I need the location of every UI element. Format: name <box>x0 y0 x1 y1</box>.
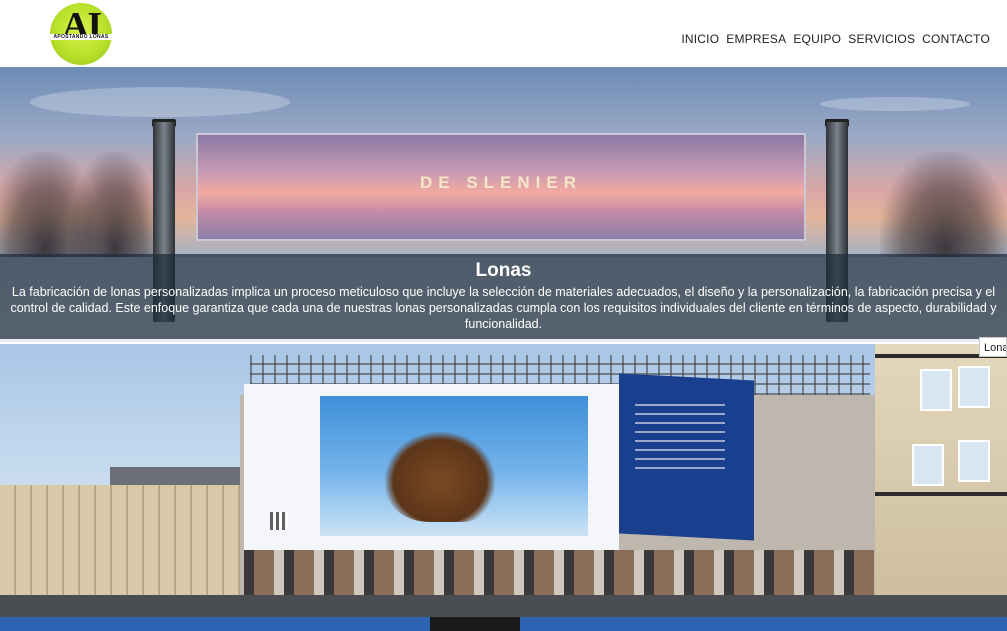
cloud <box>820 97 970 111</box>
street <box>0 595 1007 617</box>
site-logo[interactable]: AI APOSTANDO LONAS <box>50 3 112 65</box>
window <box>912 444 944 486</box>
window <box>958 366 990 408</box>
next-section-preview <box>0 617 1007 631</box>
hero-lonas: DE SLENIER Lonas La fabricación de lonas… <box>0 67 1007 342</box>
cloud <box>30 87 290 117</box>
banner-text: DE SLENIER <box>419 173 583 192</box>
main-nav: INICIO EMPRESA EQUIPO SERVICIOS CONTACTO <box>681 32 990 46</box>
logo-text: APOSTANDO LONAS <box>53 34 109 40</box>
caption-text: La fabricación de lonas personalizadas i… <box>10 285 997 331</box>
tooltip: Lonas <box>979 337 1007 357</box>
nav-equipo[interactable]: EQUIPO <box>793 32 841 46</box>
balcony <box>875 492 1007 496</box>
qr-code-icon <box>270 512 288 530</box>
billboard-blue-text <box>635 404 725 474</box>
horse-rider-image <box>385 432 495 522</box>
hero-billboard-building <box>0 344 1007 617</box>
nav-contacto[interactable]: CONTACTO <box>922 32 990 46</box>
site-header: AI APOSTANDO LONAS INICIO EMPRESA EQUIPO… <box>0 0 1007 67</box>
building-left <box>0 485 250 595</box>
hero-caption: Lonas La fabricación de lonas personaliz… <box>0 254 1007 339</box>
tarp-banner: DE SLENIER <box>196 133 806 241</box>
building-left-roof <box>110 467 250 485</box>
arcade <box>244 550 874 595</box>
caption-title: Lonas <box>475 260 532 281</box>
nav-empresa[interactable]: EMPRESA <box>726 32 786 46</box>
nav-inicio[interactable]: INICIO <box>681 32 719 46</box>
window <box>920 369 952 411</box>
next-section-dark <box>430 617 520 631</box>
window <box>958 440 990 482</box>
nav-servicios[interactable]: SERVICIOS <box>848 32 915 46</box>
